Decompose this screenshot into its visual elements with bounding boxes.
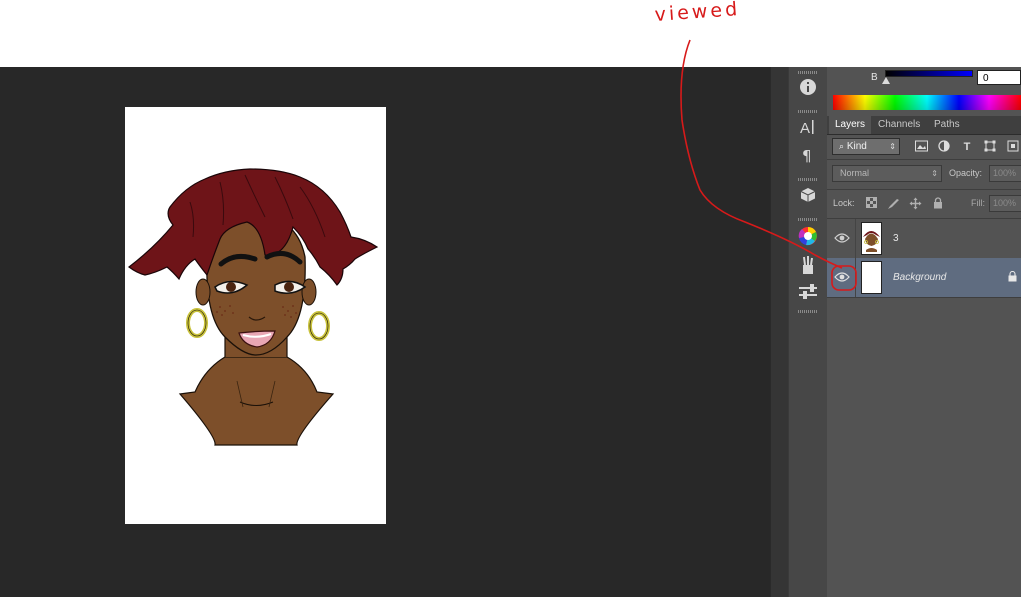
shape-filter-icon[interactable] — [983, 140, 997, 154]
layer-thumbnail — [861, 261, 882, 294]
blend-mode-value: Normal — [840, 168, 870, 178]
channel-slider[interactable] — [885, 70, 973, 77]
layer-thumbnail — [861, 222, 882, 255]
smart-object-filter-icon[interactable] — [1006, 140, 1020, 154]
document-canvas[interactable] — [125, 107, 386, 524]
layer-name[interactable]: Background — [893, 272, 946, 283]
layer-name[interactable]: 3 — [893, 233, 899, 244]
lock-icon — [1008, 270, 1017, 282]
svg-text:¶: ¶ — [802, 147, 812, 164]
color-wheel-icon[interactable] — [797, 226, 819, 248]
adjustments-icon[interactable] — [797, 283, 819, 305]
layers-panel-group: B 0 Layers Channels Paths ⌕ Kind ⇕ T Nor… — [827, 67, 1021, 597]
dock-grip[interactable] — [798, 310, 818, 313]
row-divider — [855, 219, 856, 258]
shoulders — [178, 356, 335, 446]
eye-icon[interactable] — [834, 271, 850, 283]
tab-layers[interactable]: Layers — [829, 116, 872, 134]
dock-grip[interactable] — [798, 178, 818, 181]
blend-mode-select[interactable]: Normal ⇕ — [832, 165, 942, 182]
filter-kind-select[interactable]: ⌕ Kind ⇕ — [832, 138, 900, 155]
opacity-label: Opacity: — [949, 168, 983, 178]
svg-text:A: A — [800, 120, 810, 136]
image-filter-icon[interactable] — [914, 140, 928, 154]
color-spectrum[interactable] — [833, 95, 1021, 110]
channel-label: B — [871, 72, 878, 83]
dock-grip[interactable] — [798, 110, 818, 113]
character-illustration — [128, 168, 379, 446]
channel-slider-handle[interactable] — [882, 77, 890, 84]
filter-kind-label: Kind — [846, 141, 867, 152]
layer-filter-row: ⌕ Kind ⇕ T — [827, 135, 1021, 160]
layer-row[interactable]: 3 — [827, 219, 1021, 259]
lock-label: Lock: — [833, 198, 855, 208]
blend-row: Normal ⇕ Opacity: 100% — [827, 160, 1021, 190]
panel-tabs: Layers Channels Paths — [827, 116, 1021, 135]
lock-row: Lock: Fill: 100% — [827, 190, 1021, 219]
paragraph-icon[interactable]: ¶ — [797, 146, 819, 168]
search-icon: ⌕ — [839, 141, 845, 151]
panel-dock-separator — [770, 67, 789, 597]
lock-transparency-icon[interactable] — [865, 197, 878, 210]
eye-icon[interactable] — [834, 232, 850, 244]
tab-channels[interactable]: Channels — [872, 116, 926, 134]
lock-all-icon[interactable] — [931, 197, 944, 210]
character-icon[interactable]: A — [797, 118, 819, 140]
brushes-icon[interactable] — [797, 255, 819, 277]
collapsed-panel-dock: A ¶ — [788, 67, 828, 597]
opacity-field[interactable]: 100% — [989, 165, 1021, 182]
lock-pixels-icon[interactable] — [887, 197, 900, 210]
tab-paths[interactable]: Paths — [928, 116, 966, 134]
row-divider — [855, 258, 856, 297]
dock-grip[interactable] — [798, 71, 818, 74]
channel-value-field[interactable]: 0 — [977, 70, 1021, 85]
color-panel: B 0 — [827, 67, 1021, 91]
chevron-updown-icon: ⇕ — [889, 142, 896, 151]
dock-grip[interactable] — [798, 218, 818, 221]
lock-position-icon[interactable] — [909, 197, 922, 210]
annotation-text: viewed — [654, 0, 741, 26]
3d-cube-icon[interactable] — [797, 186, 819, 208]
layer-row-selected[interactable]: Background — [827, 258, 1021, 298]
fill-field[interactable]: 100% — [989, 195, 1021, 212]
type-filter-icon[interactable]: T — [960, 140, 974, 154]
fill-label: Fill: — [971, 198, 985, 208]
info-icon[interactable] — [797, 78, 819, 100]
adjustment-filter-icon[interactable] — [937, 140, 951, 154]
chevron-updown-icon: ⇕ — [931, 169, 938, 178]
document-workspace[interactable] — [0, 67, 770, 597]
